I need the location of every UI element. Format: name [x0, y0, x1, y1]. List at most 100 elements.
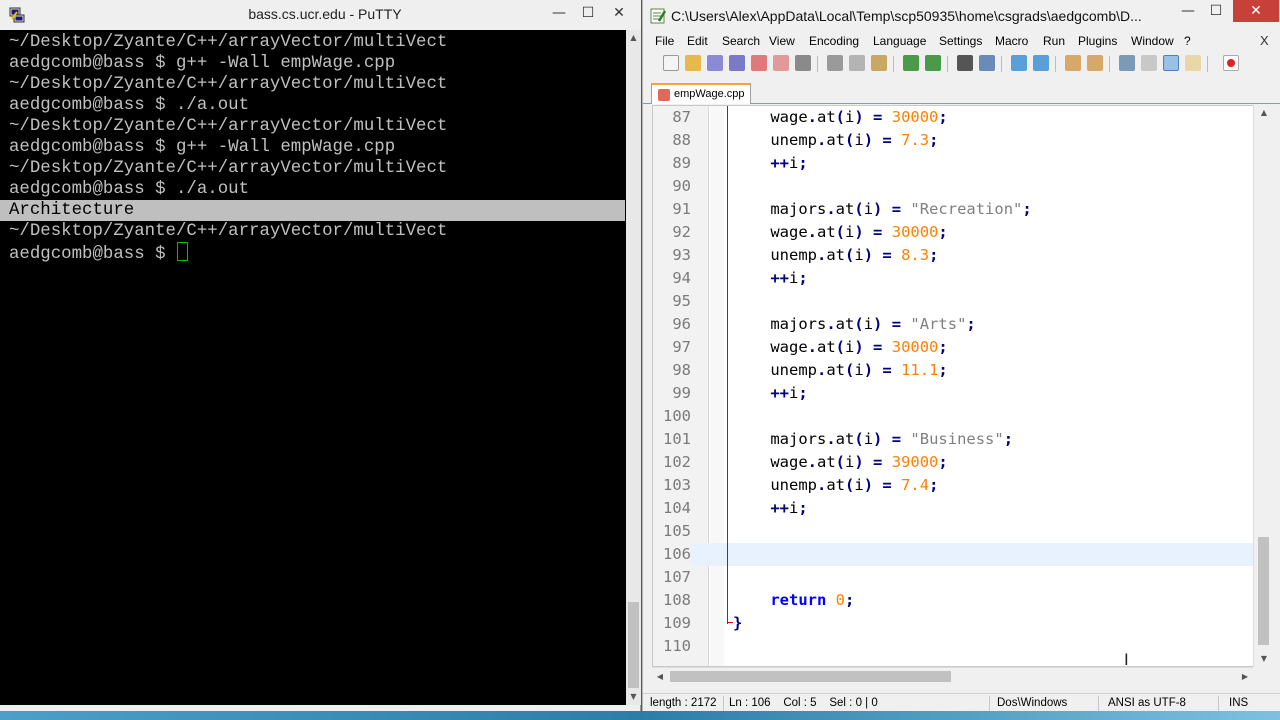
putty-titlebar[interactable]: bass.cs.ucr.edu - PuTTY — ☐ ✕ [0, 0, 641, 30]
scroll-down-icon[interactable]: ▼ [1254, 651, 1274, 667]
editor-vertical-scrollbar[interactable]: ▲ ▼ [1253, 105, 1273, 667]
word-wrap-icon[interactable] [1119, 55, 1135, 71]
code-line[interactable]: 107 [653, 566, 1253, 589]
putty-scroll-thumb[interactable] [628, 602, 639, 688]
scroll-up-icon[interactable]: ▲ [626, 30, 641, 46]
sync-vertical-icon[interactable] [1065, 55, 1081, 71]
code-line[interactable]: 104 ++i; [653, 497, 1253, 520]
code-line[interactable]: 105 [653, 520, 1253, 543]
open-file-icon[interactable] [685, 55, 701, 71]
menu-search[interactable]: Search [722, 34, 760, 48]
copy-icon[interactable] [849, 55, 865, 71]
menu-language[interactable]: Language [873, 34, 926, 48]
menu-run[interactable]: Run [1043, 34, 1065, 48]
code-line[interactable]: 87 wage.at(i) = 30000; [653, 106, 1253, 129]
zoom-in-icon[interactable] [1011, 55, 1027, 71]
code-text: unemp.at(i) = 7.3; [733, 131, 939, 149]
save-all-icon[interactable] [729, 55, 745, 71]
editor-horizontal-scrollbar[interactable]: ◀ ▶ [652, 667, 1253, 685]
save-icon[interactable] [707, 55, 723, 71]
code-line[interactable]: 100 [653, 405, 1253, 428]
putty-close-button[interactable]: ✕ [606, 2, 632, 24]
scroll-down-icon[interactable]: ▼ [626, 689, 641, 705]
npp-close-button[interactable]: ✕ [1233, 0, 1279, 22]
code-line[interactable]: 92 wage.at(i) = 30000; [653, 221, 1253, 244]
indent-guide-icon[interactable] [1163, 55, 1179, 71]
editor-vscroll-thumb[interactable] [1258, 537, 1269, 645]
menu-macro[interactable]: Macro [995, 34, 1028, 48]
record-macro-icon[interactable] [1223, 55, 1239, 71]
close-file-icon[interactable] [751, 55, 767, 71]
code-line[interactable]: 94 ++i; [653, 267, 1253, 290]
code-line[interactable]: 90 [653, 175, 1253, 198]
code-line[interactable]: 103 unemp.at(i) = 7.4; [653, 474, 1253, 497]
code-line[interactable]: 110 [653, 635, 1253, 658]
code-line[interactable]: 109} [653, 612, 1253, 635]
code-line[interactable]: 99 ++i; [653, 382, 1253, 405]
doc-map-icon[interactable] [1185, 55, 1201, 71]
tab-label: empWage.cpp [674, 88, 745, 100]
tab-empwage[interactable]: empWage.cpp [651, 83, 751, 104]
scroll-right-icon[interactable]: ▶ [1237, 668, 1253, 686]
replace-icon[interactable] [979, 55, 995, 71]
line-number: 97 [653, 336, 691, 359]
terminal-output[interactable]: ~/Desktop/Zyante/C++/arrayVector/multiVe… [0, 30, 626, 705]
menu-edit[interactable]: Edit [687, 34, 708, 48]
code-line[interactable]: 97 wage.at(i) = 30000; [653, 336, 1253, 359]
editor-hscroll-thumb[interactable] [670, 671, 951, 682]
npp-minimize-button[interactable]: — [1175, 0, 1201, 22]
scroll-up-icon[interactable]: ▲ [1254, 105, 1274, 121]
code-line[interactable]: 93 unemp.at(i) = 8.3; [653, 244, 1253, 267]
menu-file[interactable]: File [655, 34, 674, 48]
line-number: 96 [653, 313, 691, 336]
menu-plugins[interactable]: Plugins [1078, 34, 1117, 48]
scroll-left-icon[interactable]: ◀ [652, 668, 668, 686]
new-file-icon[interactable] [663, 55, 679, 71]
status-encoding[interactable]: ANSI as UTF-8 [1108, 697, 1186, 709]
terminal-line: aedgcomb@bass $ [9, 242, 626, 263]
menu-window[interactable]: Window [1131, 34, 1174, 48]
zoom-out-icon[interactable] [1033, 55, 1049, 71]
putty-scrollbar[interactable]: ▲ ▼ [626, 30, 641, 705]
putty-maximize-button[interactable]: ☐ [575, 2, 601, 24]
code-line[interactable]: 91 majors.at(i) = "Recreation"; [653, 198, 1253, 221]
npp-maximize-button[interactable]: ☐ [1203, 0, 1229, 22]
terminal-line: aedgcomb@bass $ g++ -Wall empWage.cpp [9, 54, 396, 73]
cut-icon[interactable] [827, 55, 843, 71]
close-all-icon[interactable] [773, 55, 789, 71]
code-line[interactable]: 102 wage.at(i) = 39000; [653, 451, 1253, 474]
print-icon[interactable] [795, 55, 811, 71]
fold-bracket-line [727, 106, 728, 624]
line-number: 110 [653, 635, 691, 658]
putty-minimize-button[interactable]: — [546, 2, 572, 24]
menu-settings[interactable]: Settings [939, 34, 982, 48]
status-insert-mode[interactable]: INS [1229, 697, 1248, 709]
code-text: wage.at(i) = 30000; [733, 223, 948, 241]
line-number: 92 [653, 221, 691, 244]
menu-help[interactable]: ? [1184, 34, 1191, 48]
code-line[interactable]: 106 [653, 543, 1253, 566]
menu-view[interactable]: View [769, 34, 795, 48]
menu-encoding[interactable]: Encoding [809, 34, 859, 48]
code-line[interactable]: 89 ++i; [653, 152, 1253, 175]
undo-icon[interactable] [903, 55, 919, 71]
code-lines[interactable]: 87 wage.at(i) = 30000; 88 unemp.at(i) = 7… [653, 106, 1253, 658]
status-eol[interactable]: Dos\Windows [997, 697, 1067, 709]
code-line[interactable]: 108 return 0; [653, 589, 1253, 612]
code-editor[interactable]: 87 wage.at(i) = 30000; 88 unemp.at(i) = 7… [652, 105, 1273, 667]
npp-titlebar[interactable]: C:\Users\Alex\AppData\Local\Temp\scp5093… [643, 0, 1280, 32]
close-document-button[interactable]: X [1260, 33, 1269, 48]
code-line[interactable]: 98 unemp.at(i) = 11.1; [653, 359, 1253, 382]
sync-horizontal-icon[interactable] [1087, 55, 1103, 71]
paste-icon[interactable] [871, 55, 887, 71]
code-text: unemp.at(i) = 7.4; [733, 476, 939, 494]
code-line[interactable]: 88 unemp.at(i) = 7.3; [653, 129, 1253, 152]
code-line[interactable]: 101 majors.at(i) = "Business"; [653, 428, 1253, 451]
terminal-line: ~/Desktop/Zyante/C++/arrayVector/multiVe… [9, 159, 448, 178]
terminal-cursor [176, 242, 188, 261]
redo-icon[interactable] [925, 55, 941, 71]
find-icon[interactable] [957, 55, 973, 71]
show-all-chars-icon[interactable] [1141, 55, 1157, 71]
code-line[interactable]: 95 [653, 290, 1253, 313]
code-line[interactable]: 96 majors.at(i) = "Arts"; [653, 313, 1253, 336]
